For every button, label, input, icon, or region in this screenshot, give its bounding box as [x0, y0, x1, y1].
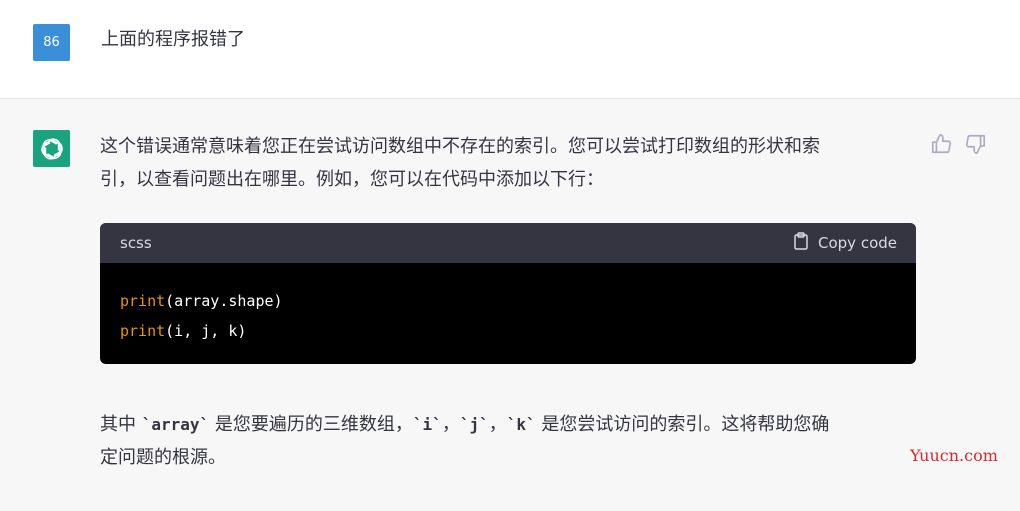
clipboard-icon: [793, 232, 809, 254]
assistant-paragraph-1: 这个错误通常意味着您正在尝试访问数组中不存在的索引。您可以尝试打印数组的形状和索…: [100, 130, 910, 196]
paragraph-text: 其中: [100, 414, 142, 435]
inline-code: `array`: [141, 415, 210, 434]
paragraph-text: ，: [488, 414, 507, 435]
inline-code: `j`: [459, 415, 489, 434]
assistant-paragraph-2-line-2: 定问题的根源。: [100, 447, 226, 468]
assistant-paragraph-2-line-1: 其中 `array` 是您要遍历的三维数组，`i`，`j`，`k` 是您尝试访问…: [100, 408, 910, 441]
thumbs-up-icon[interactable]: [930, 133, 952, 155]
code-body: print(array.shape) print(i, j, k): [100, 263, 916, 364]
assistant-paragraph-2: 其中 `array` 是您要遍历的三维数组，`i`，`j`，`k` 是您尝试访问…: [100, 408, 910, 474]
code-line: print(i, j, k): [120, 316, 896, 346]
code-line: print(array.shape): [120, 286, 896, 316]
assistant-message-row: 这个错误通常意味着您正在尝试访问数组中不存在的索引。您可以尝试打印数组的形状和索…: [0, 99, 1020, 511]
code-block-header: scss Copy code: [100, 223, 916, 263]
user-message-row: 86 上面的程序报错了: [0, 0, 1020, 99]
thumbs-down-icon[interactable]: [965, 133, 987, 155]
code-function-name: print: [120, 292, 166, 310]
assistant-paragraph-1-line-2: 引，以查看问题出在哪里。例如，您可以在代码中添加以下行：: [100, 169, 604, 190]
user-message-text: 上面的程序报错了: [101, 29, 245, 50]
code-language-label: scss: [120, 234, 152, 252]
code-block: scss Copy code print(array.shape) print(…: [100, 223, 916, 364]
paragraph-text: 是您要遍历的三维数组，: [209, 414, 413, 435]
watermark: Yuucn.com: [910, 446, 998, 465]
code-function-name: print: [120, 322, 166, 340]
user-avatar: 86: [33, 24, 70, 61]
inline-code: `i`: [412, 415, 442, 434]
assistant-paragraph-1-line-1: 这个错误通常意味着您正在尝试访问数组中不存在的索引。您可以尝试打印数组的形状和索: [100, 136, 820, 157]
paragraph-text: ，: [441, 414, 460, 435]
openai-logo-icon: [33, 130, 70, 167]
inline-code: `k`: [506, 415, 536, 434]
copy-code-button[interactable]: Copy code: [793, 232, 897, 254]
copy-code-label: Copy code: [818, 234, 897, 252]
code-arguments: (i, j, k): [165, 322, 247, 340]
paragraph-text: 是您尝试访问的索引。这将帮助您确: [535, 414, 830, 435]
code-arguments: (array.shape): [165, 292, 283, 310]
